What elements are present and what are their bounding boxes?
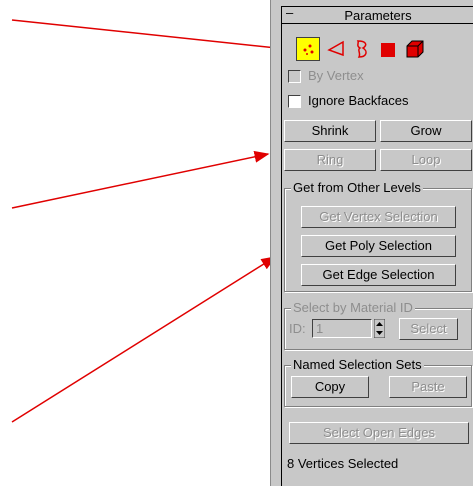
paste-button[interactable]: Paste xyxy=(389,376,467,398)
material-id-label: ID: xyxy=(289,321,306,336)
by-vertex-checkbox[interactable] xyxy=(288,70,301,83)
arrow-to-get-selection xyxy=(11,256,277,423)
ignore-backfaces-checkbox[interactable] xyxy=(288,95,301,108)
get-poly-selection-button[interactable]: Get Poly Selection xyxy=(301,235,456,257)
shrink-button[interactable]: Shrink xyxy=(284,120,376,142)
grow-button[interactable]: Grow xyxy=(380,120,472,142)
material-id-spinner[interactable] xyxy=(373,318,386,339)
border-icon[interactable] xyxy=(351,38,373,63)
material-id-field[interactable]: 1 xyxy=(312,319,372,338)
vertex-icon[interactable] xyxy=(296,37,320,61)
polygon-icon[interactable] xyxy=(379,40,399,63)
named-sets-title: Named Selection Sets xyxy=(291,357,424,372)
select-material-button[interactable]: Select xyxy=(399,318,458,340)
by-vertex-label: By Vertex xyxy=(308,68,364,83)
ring-button[interactable]: Ring xyxy=(284,149,376,171)
material-id-title: Select by Material ID xyxy=(291,300,415,315)
get-edge-selection-button[interactable]: Get Edge Selection xyxy=(301,264,456,286)
get-from-levels-title: Get from Other Levels xyxy=(291,180,423,195)
command-panel: – Parameters By Vertex Ignore Backfaces … xyxy=(270,0,473,486)
arrow-to-subobject-icons xyxy=(11,19,288,54)
edge-icon[interactable] xyxy=(325,38,347,63)
arrow-to-ring-loop xyxy=(11,150,270,209)
get-vertex-selection-button[interactable]: Get Vertex Selection xyxy=(301,206,456,228)
rollout-title: Parameters xyxy=(344,8,412,23)
material-id-value: 1 xyxy=(316,321,324,336)
element-icon[interactable] xyxy=(404,38,426,63)
status-text: 8 Vertices Selected xyxy=(287,456,399,471)
loop-button[interactable]: Loop xyxy=(380,149,472,171)
select-open-edges-button[interactable]: Select Open Edges xyxy=(289,422,469,444)
copy-button[interactable]: Copy xyxy=(291,376,369,398)
ignore-backfaces-label: Ignore Backfaces xyxy=(308,93,409,108)
rollout-header[interactable]: – Parameters xyxy=(281,5,473,24)
